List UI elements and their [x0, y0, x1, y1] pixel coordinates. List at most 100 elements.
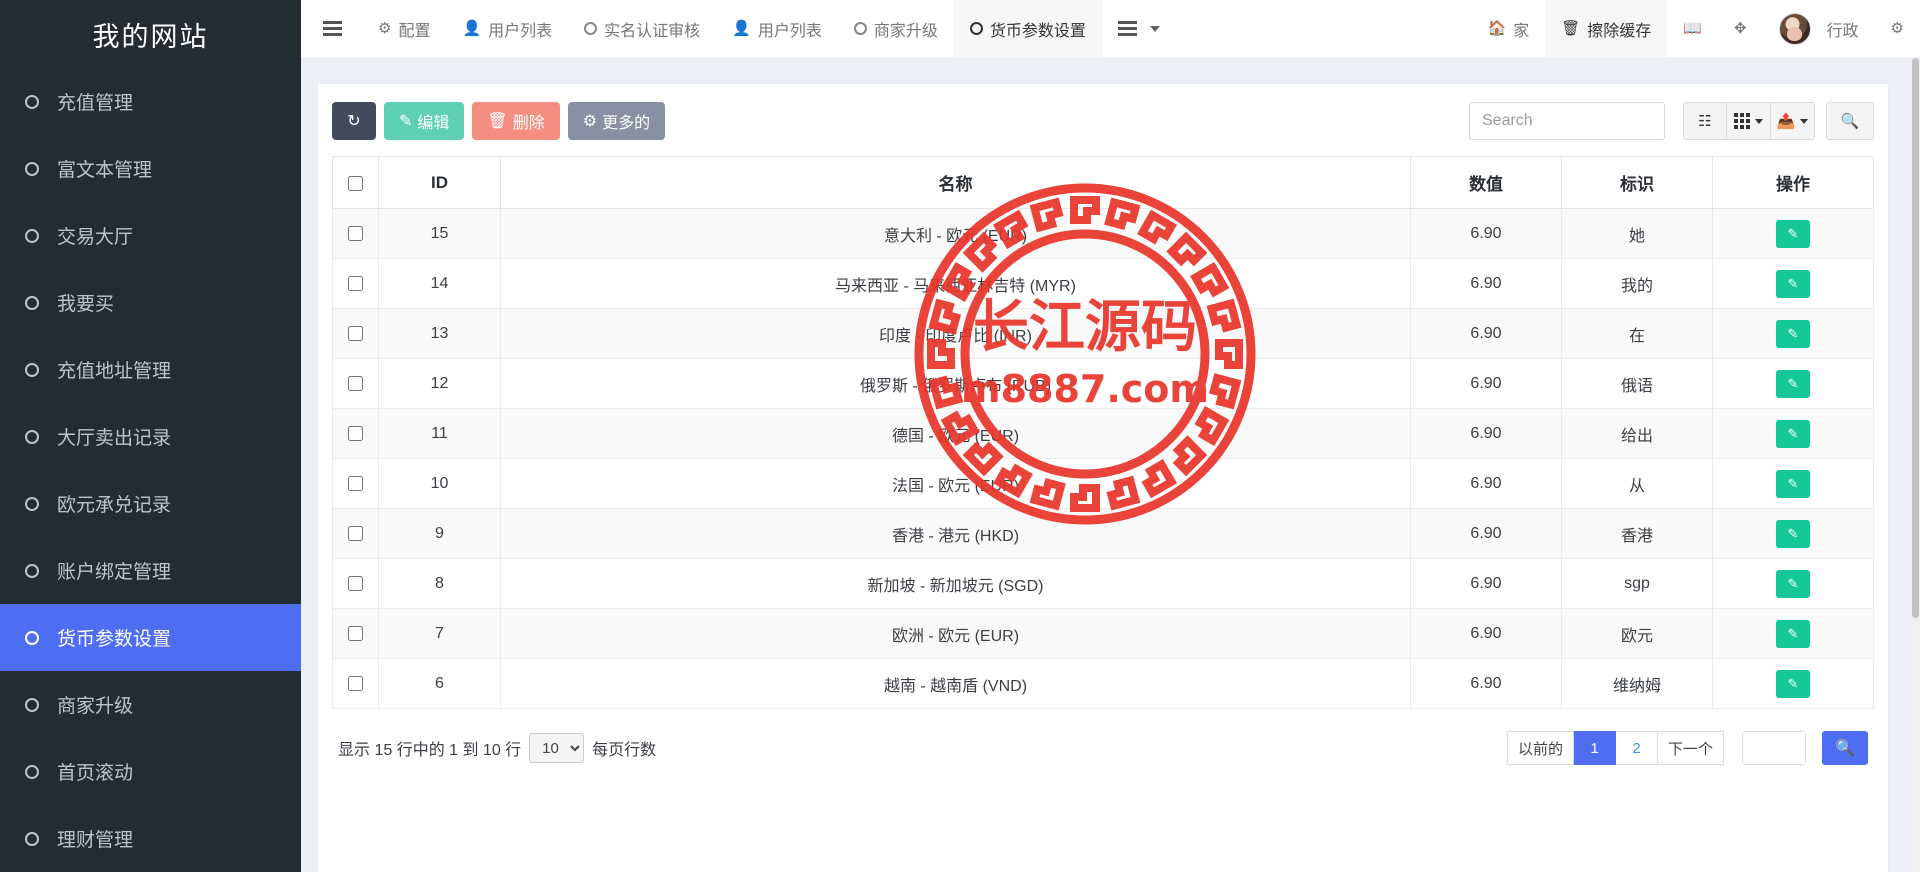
pagination-prev[interactable]: 以前的	[1506, 731, 1574, 765]
columns-button[interactable]	[1727, 102, 1771, 140]
table-row[interactable]: 6 越南 - 越南盾 (VND) 6.90 维纳姆 ✎	[332, 658, 1874, 709]
tab-1[interactable]: 👤 用户列表	[446, 0, 568, 57]
table-row[interactable]: 7 欧洲 - 欧元 (EUR) 6.90 欧元 ✎	[332, 608, 1874, 659]
row-edit-button[interactable]: ✎	[1776, 219, 1810, 248]
refresh-button[interactable]: ↻	[332, 102, 376, 140]
sidebar-item-4[interactable]: 充值地址管理	[0, 336, 301, 403]
row-edit-button[interactable]: ✎	[1776, 569, 1810, 598]
table-row[interactable]: 12 俄罗斯 - 俄罗斯卢布 (RUB) 6.90 俄语 ✎	[332, 358, 1874, 409]
table-row[interactable]: 14 马来西亚 - 马来西亚林吉特 (MYR) 6.90 我的 ✎	[332, 258, 1874, 309]
home-button[interactable]: 🏠 家	[1472, 0, 1546, 57]
row-edit-button[interactable]: ✎	[1776, 319, 1810, 348]
top-navbar: ⚙ 配置 👤 用户列表 实名认证审核 👤 用户列表 商家升级 货币参数设置 🏠 家 🗑 擦除缓存…	[301, 0, 1920, 58]
cell-flag: 在	[1561, 308, 1713, 359]
table-row[interactable]: 10 法国 - 欧元 (EUR) 6.90 从 ✎	[332, 458, 1874, 509]
tab-0[interactable]: ⚙ 配置	[362, 0, 446, 57]
translate-button[interactable]: 📖	[1667, 0, 1718, 57]
row-edit-button[interactable]: ✎	[1776, 519, 1810, 548]
scrollbar-thumb[interactable]	[1912, 58, 1919, 618]
row-select-cell	[332, 358, 379, 409]
pencil-icon: ✎	[1787, 625, 1799, 641]
more-button-label: 更多的	[602, 115, 651, 132]
user-menu[interactable]: 行政	[1763, 0, 1875, 57]
delete-button[interactable]: 🗑 删除	[472, 102, 560, 140]
cell-value: 6.90	[1410, 358, 1562, 409]
row-checkbox[interactable]	[348, 625, 363, 641]
sidebar-item-2[interactable]: 交易大厅	[0, 202, 301, 269]
row-checkbox[interactable]	[348, 475, 363, 491]
sidebar-item-9[interactable]: 商家升级	[0, 671, 301, 738]
table-row[interactable]: 13 印度 - 印度卢比 (INR) 6.90 在 ✎	[332, 308, 1874, 359]
row-checkbox[interactable]	[348, 275, 363, 291]
fullscreen-button[interactable]: ✥	[1718, 0, 1763, 57]
sidebar-item-6[interactable]: 欧元承兑记录	[0, 470, 301, 537]
row-checkbox[interactable]	[348, 575, 363, 591]
header-value[interactable]: 数值	[1410, 156, 1562, 209]
header-name[interactable]: 名称	[500, 156, 1411, 209]
pencil-icon: ✎	[1787, 325, 1799, 341]
sidebar-item-7[interactable]: 账户绑定管理	[0, 537, 301, 604]
row-checkbox[interactable]	[348, 375, 363, 391]
row-checkbox[interactable]	[348, 225, 363, 241]
sidebar-item-label: 理财管理	[57, 830, 134, 851]
pagination-page-2[interactable]: 2	[1615, 731, 1658, 765]
row-edit-button[interactable]: ✎	[1776, 419, 1810, 448]
tab-5[interactable]: 货币参数设置	[953, 0, 1102, 57]
hamburger-icon	[323, 21, 342, 36]
select-all-checkbox[interactable]	[348, 175, 363, 191]
pagination-next[interactable]: 下一个	[1657, 731, 1724, 765]
row-select-cell	[332, 208, 379, 259]
sidebar-item-11[interactable]: 理财管理	[0, 805, 301, 872]
list-dropdown-button[interactable]	[1102, 0, 1176, 57]
row-edit-button[interactable]: ✎	[1776, 619, 1810, 648]
header-id[interactable]: ID	[378, 156, 501, 209]
more-button[interactable]: ⚙ 更多的	[567, 102, 666, 140]
page-jump-button[interactable]: 🔍	[1822, 731, 1868, 765]
detail-view-button[interactable]: ☷	[1683, 102, 1727, 140]
tab-2[interactable]: 实名认证审核	[568, 0, 716, 57]
row-checkbox[interactable]	[348, 325, 363, 341]
pagination-page-1[interactable]: 1	[1573, 731, 1616, 765]
sidebar-item-5[interactable]: 大厅卖出记录	[0, 403, 301, 470]
row-edit-button[interactable]: ✎	[1776, 369, 1810, 398]
header-flag[interactable]: 标识	[1561, 156, 1713, 209]
row-checkbox[interactable]	[348, 525, 363, 541]
search-submit-button[interactable]: 🔍	[1826, 102, 1874, 140]
tab-3[interactable]: 👤 用户列表	[716, 0, 838, 57]
row-edit-button[interactable]: ✎	[1776, 269, 1810, 298]
export-button[interactable]: 📤	[1771, 102, 1815, 140]
page-jump-input[interactable]	[1742, 731, 1806, 765]
search-input[interactable]	[1469, 102, 1665, 140]
tab-4[interactable]: 商家升级	[838, 0, 954, 57]
clear-cache-button[interactable]: 🗑 擦除缓存	[1545, 0, 1668, 57]
circle-icon	[25, 362, 39, 377]
sidebar-item-0[interactable]: 充值管理	[0, 68, 301, 135]
edit-button[interactable]: ✎ 编辑	[384, 102, 465, 140]
row-checkbox[interactable]	[348, 675, 363, 691]
sidebar-toggle-button[interactable]	[301, 0, 362, 57]
trash-icon: 🗑	[487, 113, 508, 130]
table-row[interactable]: 11 德国 - 欧元 (EUR) 6.90 给出 ✎	[332, 408, 1874, 459]
page-scrollbar[interactable]	[1911, 58, 1920, 872]
row-edit-button[interactable]: ✎	[1776, 469, 1810, 498]
table-row[interactable]: 15 意大利 - 欧元 (EUR) 6.90 她 ✎	[332, 208, 1874, 259]
rows-per-page-select[interactable]: 10	[529, 733, 585, 763]
pencil-icon: ✎	[1787, 225, 1799, 241]
cell-flag: 给出	[1561, 408, 1713, 459]
sidebar-item-10[interactable]: 首页滚动	[0, 738, 301, 805]
row-edit-button[interactable]: ✎	[1776, 669, 1810, 698]
cell-action: ✎	[1712, 358, 1874, 409]
sidebar-item-3[interactable]: 我要买	[0, 269, 301, 336]
row-checkbox[interactable]	[348, 425, 363, 441]
row-select-cell	[332, 408, 379, 459]
cell-value: 6.90	[1410, 208, 1562, 259]
sidebar-item-1[interactable]: 富文本管理	[0, 135, 301, 202]
table-row[interactable]: 8 新加坡 - 新加坡元 (SGD) 6.90 sgp ✎	[332, 558, 1874, 609]
cell-name: 德国 - 欧元 (EUR)	[500, 408, 1411, 459]
settings-button[interactable]: ⚙	[1875, 0, 1920, 57]
edit-button-label: 编辑	[417, 115, 450, 132]
sidebar-item-label: 欧元承兑记录	[57, 495, 172, 516]
sidebar-item-8[interactable]: 货币参数设置	[0, 604, 301, 671]
export-icon: 📤	[1776, 113, 1796, 130]
table-row[interactable]: 9 香港 - 港元 (HKD) 6.90 香港 ✎	[332, 508, 1874, 559]
